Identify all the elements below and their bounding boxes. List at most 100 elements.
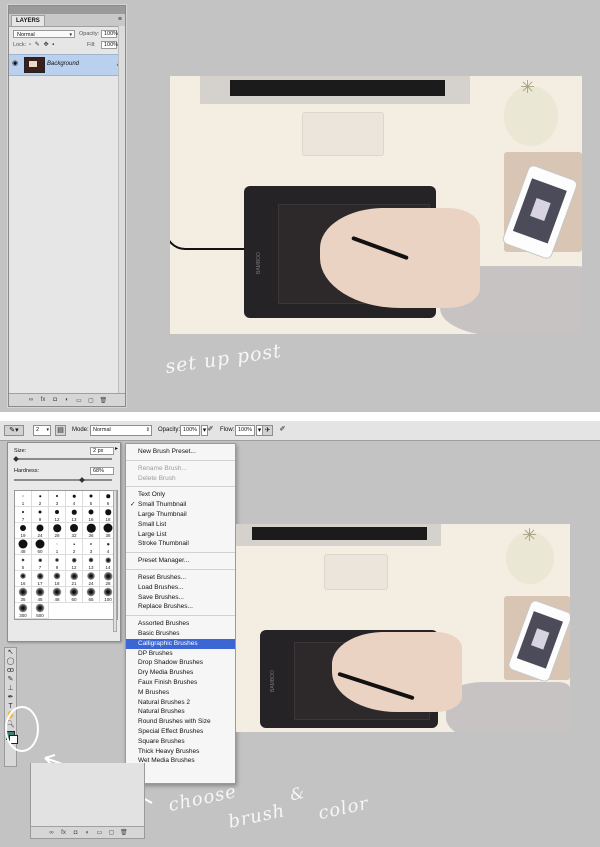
brush-preset[interactable]: 19 [15, 523, 32, 539]
new-layer-icon[interactable]: ▢ [108, 829, 115, 836]
opacity-field[interactable]: 100% [101, 30, 118, 38]
panel-titlebar[interactable] [9, 6, 125, 14]
menu-item[interactable]: Small List [126, 520, 235, 530]
brush-preset[interactable]: 16 [15, 571, 32, 587]
brush-preset[interactable]: 500 [32, 603, 49, 619]
brush-preset[interactable]: 65 [83, 587, 100, 603]
menu-item[interactable]: Large List [126, 530, 235, 540]
brush-preset[interactable]: 21 [66, 571, 83, 587]
pressure-size-icon[interactable]: ✐ [277, 425, 288, 436]
menu-item[interactable]: M Brushes [126, 688, 235, 698]
brush-preset[interactable]: 2 [66, 539, 83, 555]
adjustment-layer-icon[interactable]: ◐ [84, 830, 91, 836]
menu-item[interactable]: New Brush Preset... [126, 447, 235, 457]
flow-field[interactable]: 100% [235, 425, 255, 436]
brush-preset[interactable]: 35 [15, 587, 32, 603]
brush-panel-toggle-icon[interactable]: ▤ [55, 425, 66, 436]
brush-preset[interactable]: 28 [49, 523, 66, 539]
brush-preset[interactable]: 3 [83, 539, 100, 555]
brush-preset[interactable]: 9 [32, 507, 49, 523]
brush-preset[interactable]: 45 [32, 587, 49, 603]
adjustment-layer-icon[interactable]: ◐ [64, 397, 71, 403]
menu-item[interactable]: Text Only [126, 490, 235, 500]
new-layer-icon[interactable]: ▢ [88, 397, 95, 404]
menu-item[interactable]: Preset Manager... [126, 556, 235, 566]
brush-preset[interactable]: 1 [49, 539, 66, 555]
panel-scrollbar[interactable] [118, 26, 125, 394]
brush-tool-icon[interactable]: ✎ [5, 675, 16, 684]
brush-preset[interactable]: 18 [49, 571, 66, 587]
menu-item[interactable]: Reset Brushes... [126, 573, 235, 583]
menu-item[interactable]: Stroke Thumbnail [126, 539, 235, 549]
airbrush-icon[interactable]: ✈ [262, 425, 273, 436]
brush-preset[interactable]: 24 [83, 571, 100, 587]
brush-preset[interactable]: 13 [83, 555, 100, 571]
brush-preset[interactable]: 12 [66, 555, 83, 571]
brush-preset[interactable]: 13 [66, 507, 83, 523]
menu-item[interactable]: Dry Media Brushes [126, 668, 235, 678]
menu-item[interactable]: Assorted Brushes [126, 619, 235, 629]
pen-tool-icon[interactable]: ✒ [5, 693, 16, 702]
layer-name[interactable]: Background [47, 60, 79, 69]
layer-mask-icon[interactable]: ◘ [72, 830, 79, 836]
panel-menu-icon[interactable]: ≡ [118, 15, 122, 25]
menu-item[interactable]: Large Thumbnail [126, 510, 235, 520]
menu-item[interactable]: Faux Finish Brushes [126, 678, 235, 688]
menu-item[interactable]: Basic Brushes [126, 629, 235, 639]
brush-preset[interactable]: 36 [83, 523, 100, 539]
brush-size-picker[interactable]: 2 ▾ [33, 425, 51, 436]
pressure-opacity-icon[interactable]: ✐ [205, 425, 216, 436]
mode-select[interactable]: Normal ⇕ [90, 425, 152, 436]
group-icon[interactable]: ▭ [96, 829, 103, 836]
trash-icon[interactable]: 🗑︎ [100, 397, 108, 404]
brush-preset[interactable]: 300 [15, 603, 32, 619]
preset-scrollbar[interactable] [113, 490, 117, 632]
menu-item[interactable]: Calligraphic Brushes [126, 638, 235, 649]
blend-mode-select[interactable]: Normal ▾ [13, 30, 75, 38]
menu-item[interactable]: ✓ Small Thumbnail [126, 500, 235, 510]
menu-item[interactable]: Replace Brushes... [126, 602, 235, 612]
menu-item[interactable]: Load Brushes... [126, 583, 235, 593]
brush-preset[interactable]: 5 [83, 491, 100, 507]
brush-preset[interactable]: 1 [15, 491, 32, 507]
menu-item[interactable]: Save Brushes... [126, 593, 235, 603]
layer-style-icon[interactable]: fx [60, 830, 67, 836]
brush-preset[interactable]: 60 [66, 587, 83, 603]
marquee-tool-icon[interactable]: ◯ [5, 657, 16, 666]
layer-row-background[interactable]: ◉ Background 🔒︎ [9, 54, 125, 76]
stamp-tool-icon[interactable]: ⊥ [5, 684, 16, 693]
hardness-slider[interactable] [14, 479, 112, 481]
opacity-field[interactable]: 100% [180, 425, 200, 436]
brush-preset[interactable]: 60 [32, 539, 49, 555]
tab-layers[interactable]: LAYERS [11, 15, 45, 26]
group-icon[interactable]: ▭ [76, 397, 83, 404]
brush-preset[interactable]: 32 [66, 523, 83, 539]
brush-preset[interactable]: 5 [15, 555, 32, 571]
brush-preset[interactable]: 2 [32, 491, 49, 507]
lock-icons[interactable]: ▫ ✎ ✥ ▪ [29, 41, 55, 49]
picker-menu-icon[interactable]: ▸ [115, 445, 118, 452]
brush-preset[interactable]: 7 [15, 507, 32, 523]
brush-preset[interactable]: 16 [83, 507, 100, 523]
brush-preset[interactable]: 9 [49, 555, 66, 571]
brush-preset[interactable]: 17 [32, 571, 49, 587]
layer-style-icon[interactable]: fx [40, 397, 47, 403]
lasso-tool-icon[interactable]: ꝏ [5, 666, 16, 675]
size-field[interactable]: 2 px [90, 447, 114, 455]
brush-preset[interactable]: 24 [32, 523, 49, 539]
brush-tool-icon[interactable]: ✎▾ [4, 425, 24, 436]
menu-item[interactable]: Drop Shadow Brushes [126, 658, 235, 668]
brush-preset[interactable]: 48 [15, 539, 32, 555]
menu-item[interactable]: DP Brushes [126, 649, 235, 659]
brush-preset[interactable]: 7 [32, 555, 49, 571]
eye-icon[interactable]: ◉ [12, 60, 19, 67]
link-layers-icon[interactable]: ∞ [48, 830, 55, 836]
move-tool-icon[interactable]: ↖ [5, 648, 16, 657]
size-slider[interactable] [14, 458, 112, 460]
brush-preset[interactable]: 4 [66, 491, 83, 507]
fill-field[interactable]: 100% [101, 41, 118, 49]
brush-preset[interactable]: 3 [49, 491, 66, 507]
hardness-field[interactable]: 68% [90, 467, 114, 475]
layer-mask-icon[interactable]: ◘ [52, 397, 59, 403]
brush-preset[interactable]: 12 [49, 507, 66, 523]
